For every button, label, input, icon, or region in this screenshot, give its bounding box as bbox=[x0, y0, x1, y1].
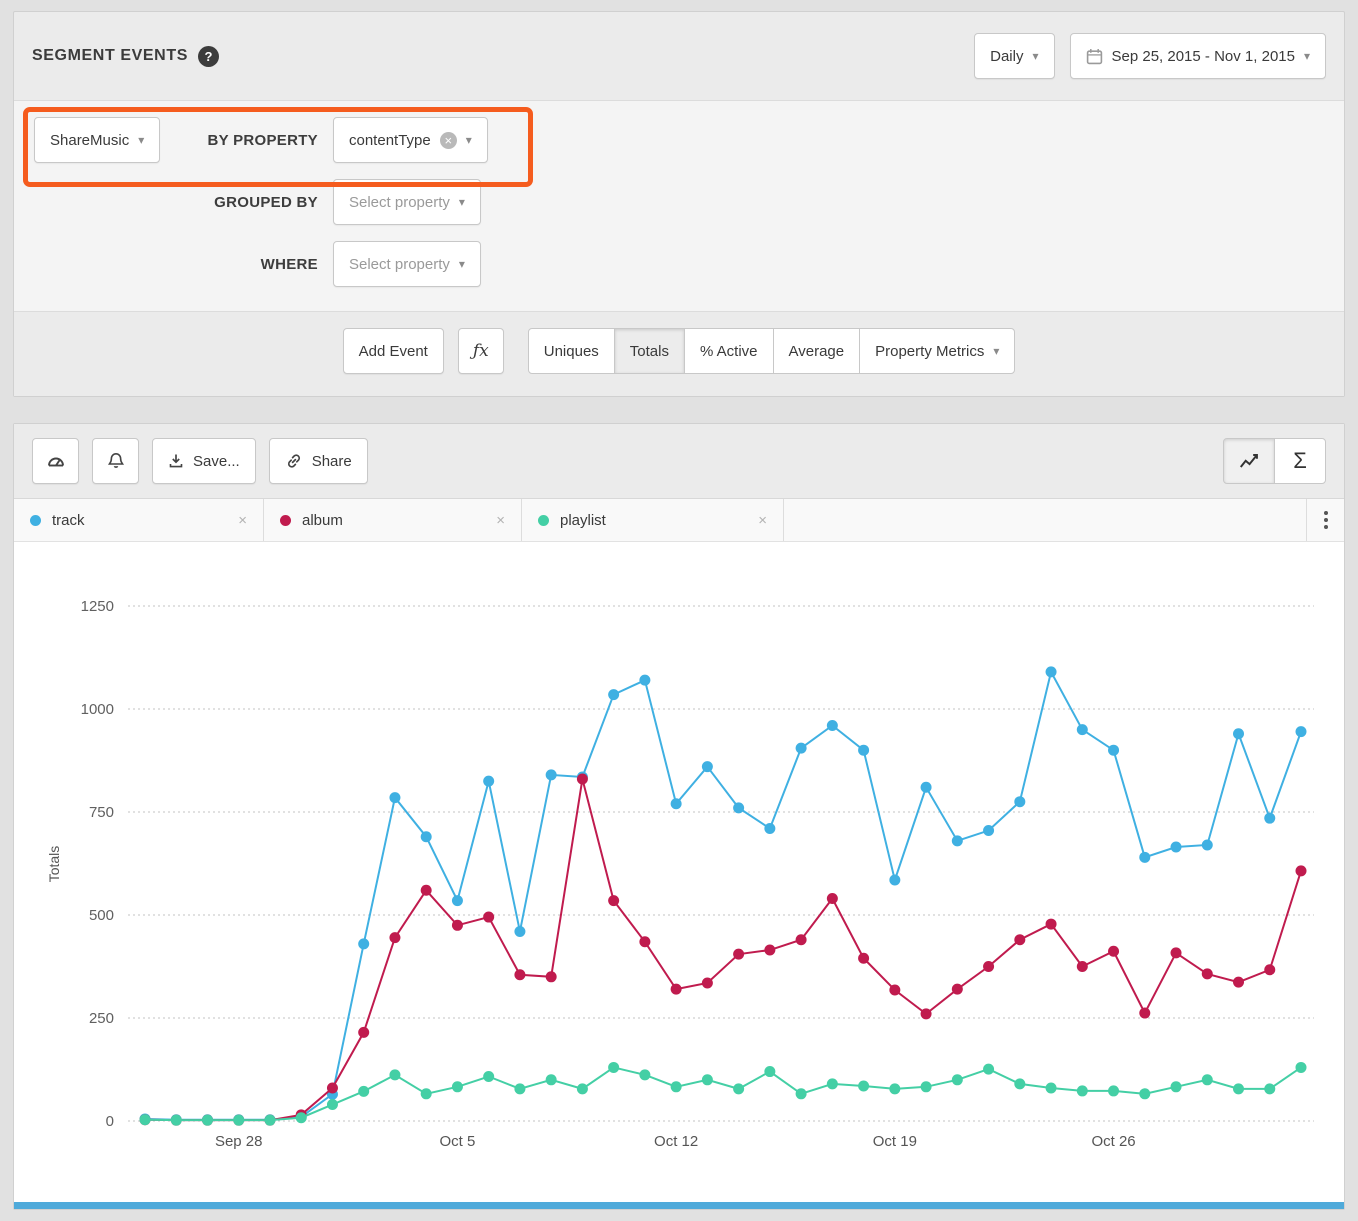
event-row: ShareMusic ▾ BY PROPERTY contentType × ▾ bbox=[34, 117, 1324, 163]
chevron-down-icon: ▾ bbox=[459, 196, 465, 208]
close-icon[interactable]: × bbox=[758, 512, 767, 529]
save-button[interactable]: Save... bbox=[152, 438, 256, 484]
chevron-down-icon: ▾ bbox=[459, 258, 465, 270]
svg-text:Oct 19: Oct 19 bbox=[873, 1133, 917, 1150]
metric-average[interactable]: Average bbox=[773, 328, 861, 374]
legend-tab-playlist[interactable]: playlist × bbox=[522, 499, 784, 541]
line-chart-toggle-button[interactable] bbox=[1223, 438, 1275, 484]
svg-text:1000: 1000 bbox=[81, 701, 114, 718]
date-range-dropdown[interactable]: Sep 25, 2015 - Nov 1, 2015 ▾ bbox=[1070, 33, 1327, 79]
by-property-dropdown[interactable]: contentType × ▾ bbox=[333, 117, 488, 163]
series-dot bbox=[538, 515, 549, 526]
chevron-down-icon: ▾ bbox=[466, 134, 472, 146]
share-button[interactable]: Share bbox=[269, 438, 368, 484]
sigma-icon: Σ bbox=[1293, 448, 1307, 474]
svg-text:500: 500 bbox=[89, 907, 114, 924]
add-event-button[interactable]: Add Event bbox=[343, 328, 444, 374]
svg-text:0: 0 bbox=[106, 1113, 114, 1130]
panel-header: SEGMENT EVENTS ? Daily ▾ Sep 25, 2015 - … bbox=[14, 12, 1344, 100]
metrics-toolbar: Add Event ƒx Uniques Totals % Active Ave… bbox=[14, 312, 1344, 396]
legend-tab-track[interactable]: track × bbox=[14, 499, 264, 541]
close-icon[interactable]: × bbox=[238, 512, 247, 529]
gauge-button[interactable] bbox=[32, 438, 79, 484]
series-label: track bbox=[52, 512, 85, 529]
svg-text:1250: 1250 bbox=[81, 598, 114, 615]
svg-text:250: 250 bbox=[89, 1010, 114, 1027]
chart-type-toggle: Σ bbox=[1223, 438, 1326, 484]
grouped-by-dropdown[interactable]: Select property ▾ bbox=[333, 179, 481, 225]
calendar-icon bbox=[1086, 48, 1103, 65]
legend-spacer bbox=[784, 499, 1306, 541]
close-icon[interactable]: × bbox=[496, 512, 505, 529]
chart-area: 0 250 500 750 1000 1250 Sep 28 Oct 5 Oct 12 Oct 1… bbox=[14, 542, 1344, 1202]
clear-icon[interactable]: × bbox=[440, 132, 457, 149]
granularity-dropdown[interactable]: Daily ▾ bbox=[974, 33, 1054, 79]
series-label: album bbox=[302, 512, 343, 529]
trend-chart-icon bbox=[1238, 450, 1260, 472]
granularity-value: Daily bbox=[990, 48, 1023, 65]
svg-text:Totals: Totals bbox=[46, 846, 62, 883]
line-chart[interactable]: 0 250 500 750 1000 1250 Sep 28 Oct 5 Oct 12 Oct 1… bbox=[14, 542, 1344, 1197]
metric-percent-active[interactable]: % Active bbox=[684, 328, 774, 374]
chevron-down-icon: ▾ bbox=[1032, 50, 1038, 62]
where-placeholder: Select property bbox=[349, 256, 450, 273]
query-panel: SEGMENT EVENTS ? Daily ▾ Sep 25, 2015 - … bbox=[13, 11, 1345, 397]
series-dot bbox=[30, 515, 41, 526]
sigma-toggle-button[interactable]: Σ bbox=[1274, 438, 1326, 484]
bell-icon bbox=[106, 451, 126, 471]
chevron-down-icon: ▾ bbox=[138, 134, 144, 146]
metric-uniques[interactable]: Uniques bbox=[528, 328, 615, 374]
svg-text:Oct 26: Oct 26 bbox=[1091, 1133, 1135, 1150]
grouped-by-placeholder: Select property bbox=[349, 194, 450, 211]
metric-segmented-control: Uniques Totals % Active Average Property… bbox=[528, 328, 1016, 374]
help-icon[interactable]: ? bbox=[198, 46, 219, 67]
alert-button[interactable] bbox=[92, 438, 139, 484]
legend-tab-album[interactable]: album × bbox=[264, 499, 522, 541]
by-property-label: BY PROPERTY bbox=[207, 132, 318, 149]
event-dropdown[interactable]: ShareMusic ▾ bbox=[34, 117, 160, 163]
metric-totals[interactable]: Totals bbox=[614, 328, 685, 374]
date-range-value: Sep 25, 2015 - Nov 1, 2015 bbox=[1112, 48, 1295, 65]
chevron-down-icon: ▾ bbox=[993, 345, 999, 357]
link-icon bbox=[285, 452, 303, 470]
chart-panel: Save... Share Σ track × alb bbox=[13, 423, 1345, 1210]
by-property-value: contentType bbox=[349, 132, 431, 149]
series-dot bbox=[280, 515, 291, 526]
event-value: ShareMusic bbox=[50, 132, 129, 149]
formula-button[interactable]: ƒx bbox=[458, 328, 504, 374]
kebab-menu-button[interactable] bbox=[1306, 499, 1344, 541]
svg-text:750: 750 bbox=[89, 804, 114, 821]
series-legend: track × album × playlist × bbox=[14, 498, 1344, 542]
series-label: playlist bbox=[560, 512, 606, 529]
where-label: WHERE bbox=[261, 256, 318, 273]
metric-property-metrics[interactable]: Property Metrics ▾ bbox=[859, 328, 1015, 374]
chart-toolbar: Save... Share Σ bbox=[14, 424, 1344, 498]
query-builder: ShareMusic ▾ BY PROPERTY contentType × ▾… bbox=[14, 100, 1344, 312]
gauge-icon bbox=[46, 451, 66, 471]
grouped-by-label: GROUPED BY bbox=[214, 194, 318, 211]
kebab-menu-icon bbox=[1324, 518, 1328, 522]
where-dropdown[interactable]: Select property ▾ bbox=[333, 241, 481, 287]
download-icon bbox=[168, 453, 184, 469]
svg-text:Oct 12: Oct 12 bbox=[654, 1133, 698, 1150]
svg-text:Oct 5: Oct 5 bbox=[440, 1133, 476, 1150]
svg-text:Sep 28: Sep 28 bbox=[215, 1133, 263, 1150]
chevron-down-icon: ▾ bbox=[1304, 50, 1310, 62]
page-title: SEGMENT EVENTS bbox=[32, 47, 188, 65]
grouped-by-row: GROUPED BY Select property ▾ bbox=[34, 179, 1324, 225]
where-row: WHERE Select property ▾ bbox=[34, 241, 1324, 287]
